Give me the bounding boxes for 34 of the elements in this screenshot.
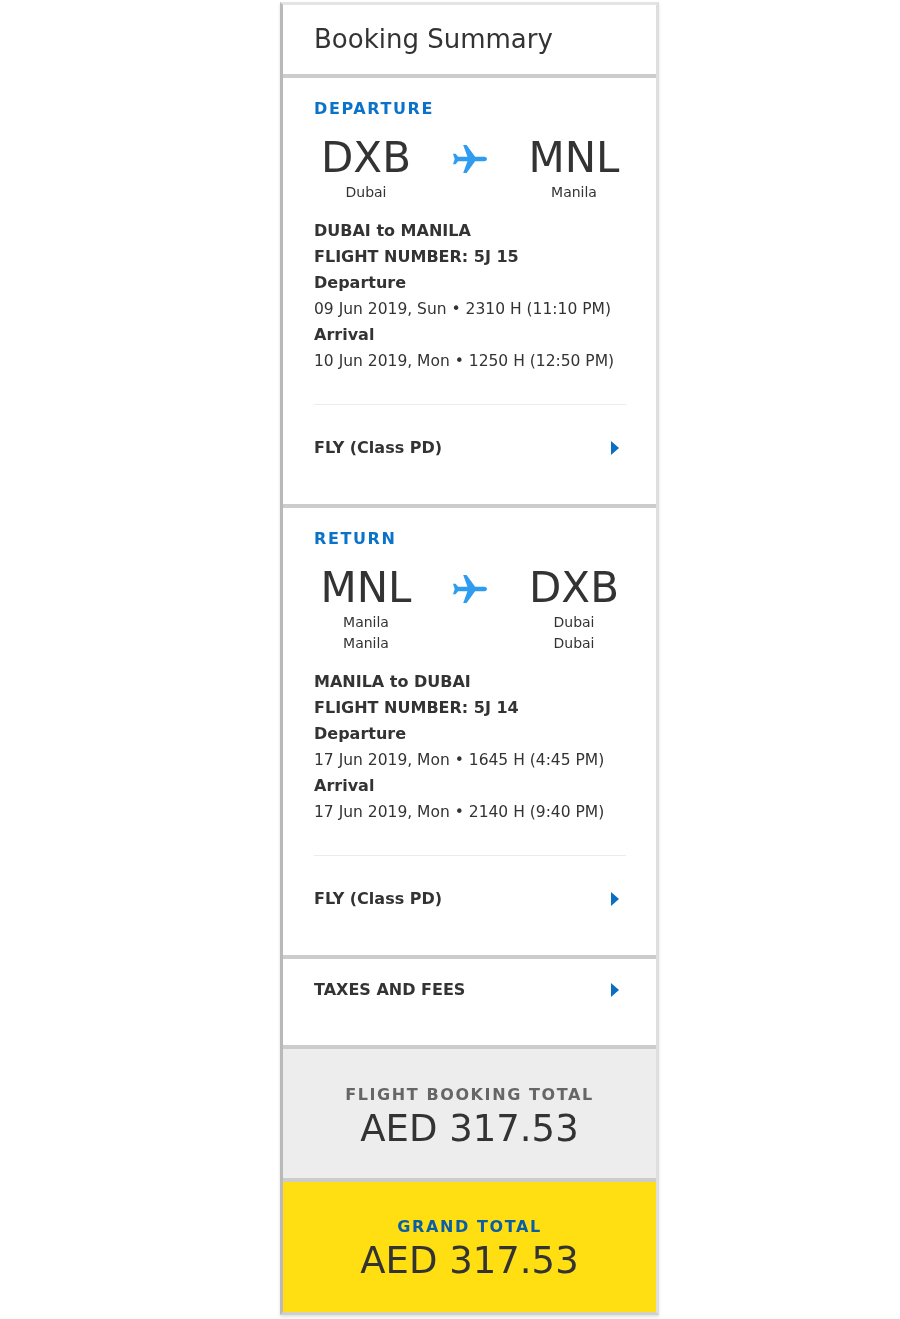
- taxes-fees-button[interactable]: TAXES AND FEES: [314, 959, 626, 1045]
- grand-total-label: GRAND TOTAL: [397, 1217, 542, 1237]
- arrival-heading: Arrival: [314, 324, 376, 346]
- arrival-time: 17 Jun 2019, Mon • 2140 H (9:40 PM): [314, 802, 606, 823]
- city-name: Dubai: [553, 613, 595, 632]
- departure-time: 09 Jun 2019, Sun • 2310 H (11:10 PM): [314, 299, 612, 320]
- total-amount: AED 317.53: [360, 1106, 579, 1152]
- route-text: DUBAI to MANILA: [314, 220, 472, 242]
- leg-heading: RETURN: [314, 529, 398, 549]
- flight-number: FLIGHT NUMBER: 5J 15: [314, 246, 520, 268]
- departure-heading: Departure: [314, 723, 408, 745]
- leg-heading: DEPARTURE: [314, 99, 435, 119]
- city-name: Dubai: [345, 183, 387, 202]
- airplane-icon: [453, 145, 487, 173]
- fare-class-button[interactable]: FLY (Class PD): [314, 405, 626, 504]
- arrival-heading: Arrival: [314, 775, 376, 797]
- departure-heading: Departure: [314, 272, 408, 294]
- arrival-time: 10 Jun 2019, Mon • 1250 H (12:50 PM): [314, 351, 616, 372]
- flight-number: FLIGHT NUMBER: 5J 14: [314, 697, 520, 719]
- airport-code: DXB: [529, 564, 619, 612]
- city-name: Manila: [343, 613, 389, 632]
- total-label: FLIGHT BOOKING TOTAL: [345, 1085, 594, 1105]
- airplane-icon: [453, 575, 487, 603]
- departure-time: 17 Jun 2019, Mon • 1645 H (4:45 PM): [314, 750, 606, 771]
- summary-title: Booking Summary: [314, 23, 554, 56]
- city-name: Dubai: [553, 634, 595, 653]
- airport-code: DXB: [321, 134, 411, 182]
- city-name: Manila: [343, 634, 389, 653]
- airport-code: MNL: [528, 134, 620, 182]
- grand-total-amount: AED 317.53: [360, 1238, 579, 1284]
- fare-class-button[interactable]: FLY (Class PD): [314, 856, 626, 955]
- route-text: MANILA to DUBAI: [314, 671, 472, 693]
- city-name: Manila: [551, 183, 597, 202]
- airport-code: MNL: [320, 564, 412, 612]
